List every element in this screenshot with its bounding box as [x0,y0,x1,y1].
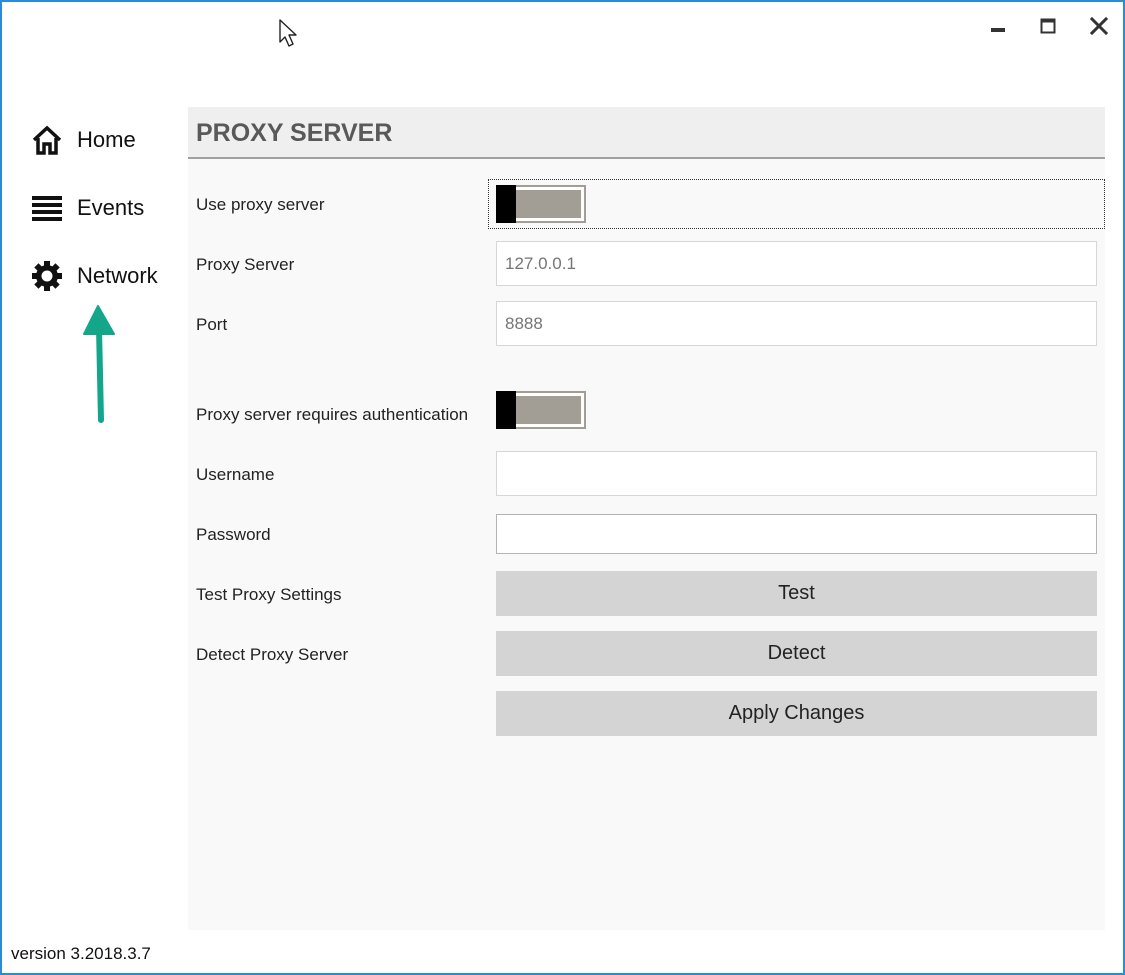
sidebar-item-events[interactable]: Events [30,188,144,228]
test-button[interactable]: Test [496,571,1097,616]
test-proxy-label: Test Proxy Settings [196,585,342,604]
maximize-icon [1040,18,1056,34]
version-label: version 3.2018.3.7 [11,944,151,963]
use-proxy-toggle[interactable] [496,185,586,223]
toggle-thumb[interactable] [496,391,516,429]
sidebar-item-network[interactable]: Network [30,256,158,296]
requires-auth-label: Proxy server requires authentication [196,405,469,424]
panel-header: PROXY SERVER [188,107,1105,159]
port-label: Port [196,315,228,334]
username-label: Username [196,465,275,484]
annotation-arrow-icon [83,305,115,423]
minimize-icon [991,28,1005,32]
sidebar-item-label: Events [77,195,145,220]
home-icon [30,123,64,157]
detect-proxy-label: Detect Proxy Server [196,645,349,664]
proxy-server-label: Proxy Server [196,255,295,274]
gear-icon [30,259,64,293]
use-proxy-label: Use proxy server [196,195,325,214]
minimize-button[interactable] [983,12,1013,40]
password-label: Password [196,525,271,544]
port-input[interactable] [496,301,1097,346]
page-title: PROXY SERVER [196,119,393,147]
username-input[interactable] [496,451,1097,496]
maximize-button[interactable] [1033,12,1063,40]
sidebar-item-label: Home [77,127,136,152]
toggle-thumb[interactable] [496,185,516,223]
requires-auth-toggle[interactable] [496,391,586,429]
sidebar-item-home[interactable]: Home [30,120,136,160]
password-input[interactable] [496,514,1097,554]
close-icon [1090,17,1108,35]
sidebar-item-label: Network [77,263,158,288]
proxy-settings-panel: PROXY SERVER Use proxy server Proxy Serv… [188,107,1105,930]
close-button[interactable] [1084,12,1114,40]
apply-changes-button[interactable]: Apply Changes [496,691,1097,736]
app-window: Home Events Network version 3.2018.3.7 P… [0,0,1125,975]
detect-button[interactable]: Detect [496,631,1097,676]
list-icon [30,191,64,225]
mouse-cursor-icon [279,19,297,47]
proxy-server-input[interactable] [496,241,1097,286]
